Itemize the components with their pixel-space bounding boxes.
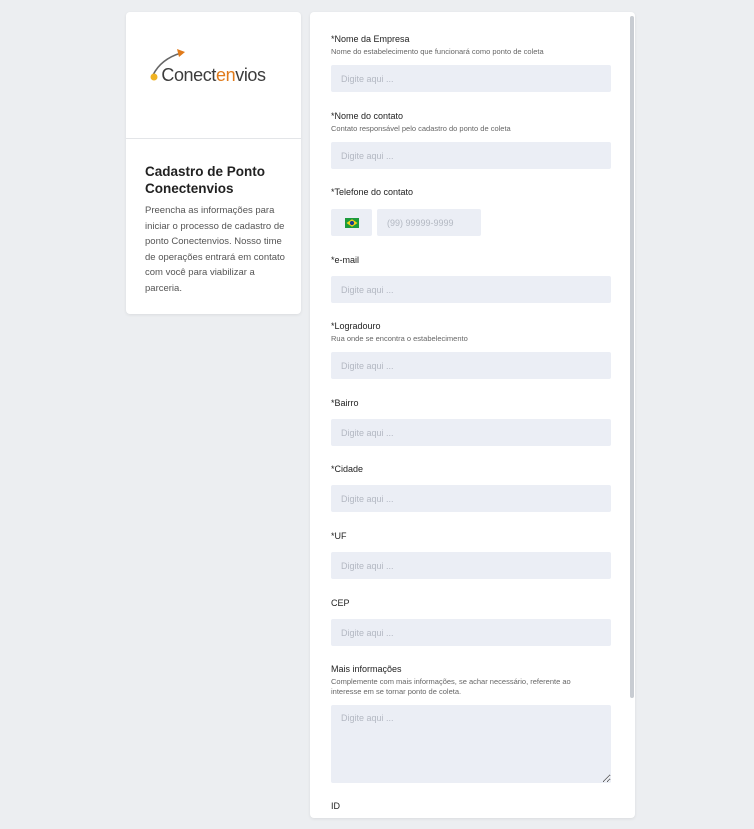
conectenvios-logo: Conectenvios bbox=[150, 48, 266, 86]
logo-area: Conectenvios bbox=[126, 12, 301, 139]
zip-input[interactable] bbox=[331, 619, 611, 646]
logo-accent: en bbox=[215, 64, 236, 85]
page-description: Preencha as informações para iniciar o p… bbox=[145, 205, 285, 294]
page-title: Cadastro de Ponto Conectenvios bbox=[145, 164, 266, 196]
zip-label: CEP bbox=[331, 598, 350, 608]
phone-field: *Telefone do contato bbox=[331, 187, 611, 236]
country-selector-button[interactable] bbox=[331, 209, 372, 236]
info-card: Conectenvios Cadastro de Ponto Conectenv… bbox=[126, 12, 301, 314]
state-label: *UF bbox=[331, 531, 347, 541]
company-name-field: *Nome da Empresa Nome do estabelecimento… bbox=[331, 34, 611, 92]
more-info-help: Complemente com mais informações, se ach… bbox=[331, 677, 571, 696]
phone-input[interactable] bbox=[377, 209, 481, 236]
company-name-label: *Nome da Empresa bbox=[331, 34, 410, 44]
email-field: *e-mail bbox=[331, 255, 611, 303]
brazil-flag-icon bbox=[344, 217, 359, 228]
email-label: *e-mail bbox=[331, 255, 360, 265]
email-input[interactable] bbox=[331, 276, 611, 303]
street-label: *Logradouro bbox=[331, 321, 381, 331]
contact-name-help: Contato responsável pelo cadastro do pon… bbox=[331, 124, 511, 133]
company-name-help: Nome do estabelecimento que funcionará c… bbox=[331, 47, 544, 56]
more-info-label: Mais informações bbox=[331, 664, 402, 674]
zip-field: CEP bbox=[331, 598, 611, 646]
city-field: *Cidade bbox=[331, 464, 611, 512]
contact-name-input[interactable] bbox=[331, 142, 611, 169]
phone-label: *Telefone do contato bbox=[331, 187, 414, 197]
id-field: ID bbox=[331, 801, 611, 812]
district-label: *Bairro bbox=[331, 398, 359, 408]
more-info-textarea[interactable] bbox=[331, 705, 611, 783]
state-field: *UF bbox=[331, 531, 611, 579]
contact-name-field: *Nome do contato Contato responsável pel… bbox=[331, 111, 611, 169]
more-info-field: Mais informações Complemente com mais in… bbox=[331, 664, 611, 783]
logo-swoosh-icon bbox=[150, 48, 186, 80]
street-input[interactable] bbox=[331, 352, 611, 379]
logo-suffix: vios bbox=[235, 64, 266, 85]
id-label: ID bbox=[331, 801, 340, 811]
city-input[interactable] bbox=[331, 485, 611, 512]
state-input[interactable] bbox=[331, 552, 611, 579]
company-name-input[interactable] bbox=[331, 65, 611, 92]
city-label: *Cidade bbox=[331, 464, 364, 474]
contact-name-label: *Nome do contato bbox=[331, 111, 404, 121]
form-scrollbar[interactable] bbox=[630, 16, 634, 698]
district-field: *Bairro bbox=[331, 398, 611, 446]
street-field: *Logradouro Rua onde se encontra o estab… bbox=[331, 321, 611, 379]
registration-form: *Nome da Empresa Nome do estabelecimento… bbox=[310, 12, 635, 818]
street-help: Rua onde se encontra o estabelecimento bbox=[331, 334, 468, 343]
district-input[interactable] bbox=[331, 419, 611, 446]
